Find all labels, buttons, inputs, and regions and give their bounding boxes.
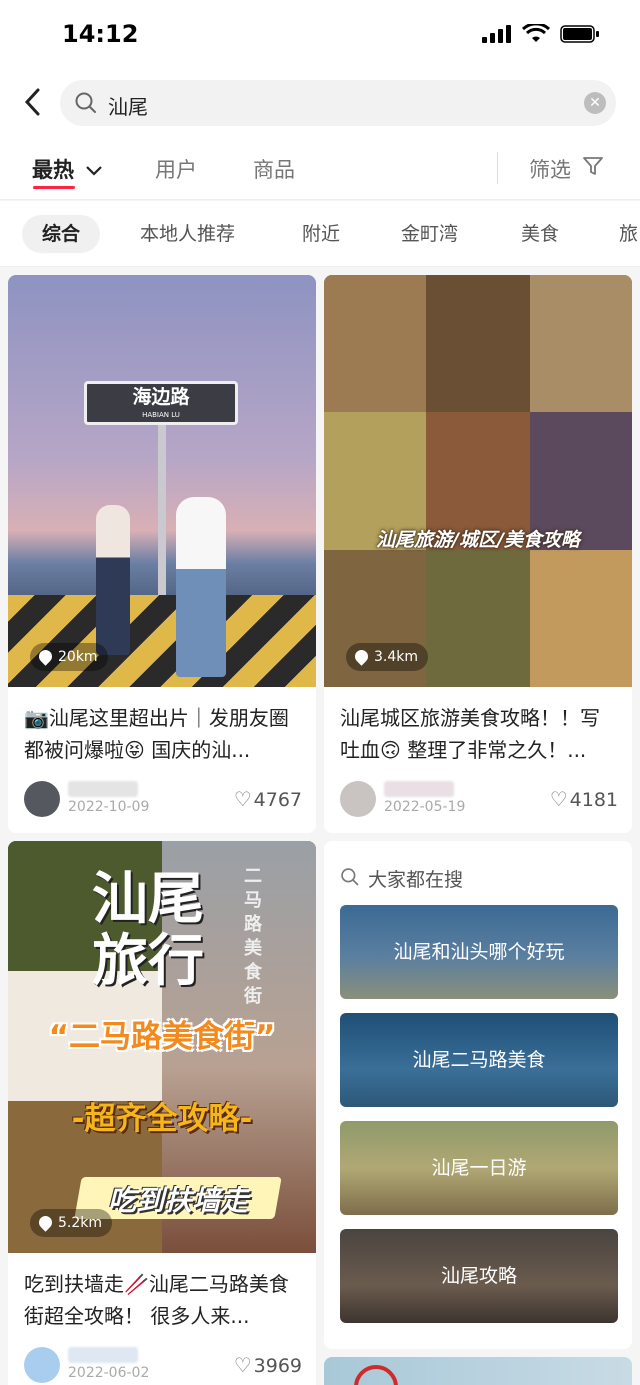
- wifi-icon: [522, 24, 550, 42]
- overlay-guide-text: -超齐全攻略-: [71, 1101, 253, 1137]
- avatar[interactable]: [340, 781, 376, 817]
- search-icon: [75, 92, 96, 113]
- person-figure: [96, 505, 130, 655]
- post-meta: 2022-10-09 ♡ 4767: [24, 781, 302, 821]
- food-photo: [324, 275, 426, 412]
- heart-icon: ♡: [233, 787, 252, 811]
- like-button[interactable]: ♡ 4767: [234, 787, 302, 811]
- post-title: 📷汕尾这里超出片｜发朋友圈都被问爆啦😝 国庆的汕...: [24, 706, 289, 762]
- search-input[interactable]: 汕尾 ✕: [60, 80, 616, 126]
- close-icon: ✕: [589, 95, 601, 111]
- post-meta: 2022-05-19 ♡ 4181: [340, 781, 618, 821]
- signal-icon: [482, 25, 511, 43]
- tab-divider: [497, 152, 498, 184]
- post-card[interactable]: 汕尾旅游/城区/美食攻略 3.4km 汕尾城区旅游美食攻略！！写吐血🙃 整理了非…: [324, 275, 632, 833]
- post-meta: 2022-06-02 ♡ 3969: [24, 1347, 302, 1385]
- tab-label: 最热: [32, 158, 74, 182]
- results-feed: 海边路 HABIAN LU 20km 📷汕尾这里超出片｜发朋友圈都被问爆啦😝 国…: [0, 268, 640, 1385]
- food-photo: [426, 550, 530, 687]
- chip-food[interactable]: 美食: [521, 215, 559, 253]
- distance-text: 20km: [58, 649, 98, 665]
- avatar[interactable]: [24, 781, 60, 817]
- avatar[interactable]: [24, 1347, 60, 1383]
- username-blurred: [68, 781, 138, 797]
- sort-tabs: 最热 用户 商品 筛选: [0, 134, 640, 200]
- username-blurred: [68, 1347, 138, 1363]
- like-count: 3969: [253, 1355, 302, 1377]
- tab-products[interactable]: 商品: [253, 154, 295, 184]
- chip-nearby[interactable]: 附近: [302, 215, 340, 253]
- chip-jintingwan[interactable]: 金町湾: [401, 215, 458, 253]
- chip-travel[interactable]: 旅: [619, 215, 638, 253]
- trending-item[interactable]: 汕尾和汕头哪个好玩: [340, 905, 618, 999]
- sign-circle: [354, 1365, 398, 1385]
- image-overlay-text: 汕尾旅游/城区/美食攻略: [376, 529, 580, 551]
- trending-item[interactable]: 汕尾一日游: [340, 1121, 618, 1215]
- striped-barrier: [8, 595, 316, 687]
- distance-text: 3.4km: [374, 649, 419, 665]
- street-sign-pinyin: HABIAN LU: [142, 411, 180, 419]
- like-count: 4767: [253, 789, 302, 811]
- post-image: 汕尾 旅行 二马路美食街 “二马路美食街” -超齐全攻略- 吃到扶墙走: [8, 841, 316, 1253]
- battery-icon: [560, 25, 599, 43]
- post-card[interactable]: 海边路 HABIAN LU 20km 📷汕尾这里超出片｜发朋友圈都被问爆啦😝 国…: [8, 275, 316, 833]
- post-title: 吃到扶墙走🥢汕尾二马路美食街超全攻略！ 很多人来...: [24, 1272, 289, 1328]
- heart-icon: ♡: [233, 1353, 252, 1377]
- post-card[interactable]: 汕尾 旅行 二马路美食街 “二马路美食街” -超齐全攻略- 吃到扶墙走 5.2k…: [8, 841, 316, 1385]
- trending-item[interactable]: 汕尾二马路美食: [340, 1013, 618, 1107]
- username-blurred: [384, 781, 454, 797]
- post-date: 2022-05-19: [384, 799, 466, 815]
- filter-button[interactable]: 筛选: [529, 154, 604, 184]
- post-date: 2022-10-09: [68, 799, 150, 815]
- status-bar: 14:12: [0, 0, 640, 72]
- search-header: 汕尾 ✕: [0, 72, 640, 134]
- street-sign-text: 海边路: [132, 386, 190, 408]
- overlay-vertical-sign: 二马路美食街: [244, 866, 262, 1007]
- chip-local-recommend[interactable]: 本地人推荐: [140, 215, 235, 253]
- distance-text: 5.2km: [58, 1215, 103, 1231]
- post-image: 海边路 HABIAN LU: [8, 275, 316, 687]
- category-chips: 综合 本地人推荐 附近 金町湾 美食 旅: [0, 201, 640, 267]
- status-icons: [482, 24, 600, 44]
- trending-item[interactable]: 汕尾攻略: [340, 1229, 618, 1323]
- food-photo: [530, 275, 632, 412]
- person-figure: [176, 497, 226, 677]
- chip-all[interactable]: 综合: [22, 215, 101, 253]
- food-photo: [426, 275, 530, 412]
- location-pin-icon: [352, 647, 371, 666]
- food-photo: [530, 550, 632, 687]
- tab-users[interactable]: 用户: [155, 154, 197, 184]
- location-pin-icon: [36, 647, 55, 666]
- heart-icon: ♡: [549, 787, 568, 811]
- distance-badge: 5.2km: [30, 1209, 113, 1237]
- overlay-quote-text: “二马路美食街”: [48, 1019, 276, 1055]
- post-card[interactable]: [324, 1357, 632, 1385]
- street-sign: 海边路 HABIAN LU: [84, 381, 238, 425]
- tab-hottest[interactable]: 最热: [32, 154, 103, 184]
- post-image: 汕尾旅游/城区/美食攻略: [324, 275, 632, 687]
- back-button[interactable]: [18, 84, 48, 120]
- search-query: 汕尾: [108, 95, 148, 119]
- distance-badge: 3.4km: [346, 643, 429, 671]
- like-count: 4181: [569, 789, 618, 811]
- distance-badge: 20km: [30, 643, 108, 671]
- post-date: 2022-06-02: [68, 1365, 150, 1381]
- trending-searches-card: 大家都在搜 汕尾和汕头哪个好玩 汕尾二马路美食 汕尾一日游 汕尾攻略: [324, 841, 632, 1349]
- trending-title: 大家都在搜: [368, 869, 464, 891]
- overlay-big-text: 汕尾: [92, 867, 204, 932]
- like-button[interactable]: ♡ 4181: [550, 787, 618, 811]
- location-pin-icon: [36, 1213, 55, 1232]
- funnel-icon: [582, 157, 603, 175]
- post-title: 汕尾城区旅游美食攻略！！写吐血🙃 整理了非常之久！...: [340, 706, 600, 762]
- overlay-big-text: 旅行: [92, 929, 204, 994]
- like-button[interactable]: ♡ 3969: [234, 1353, 302, 1377]
- chevron-down-icon: [86, 166, 103, 176]
- status-time: 14:12: [62, 20, 139, 48]
- clear-search-button[interactable]: ✕: [584, 92, 606, 114]
- search-icon: [341, 868, 359, 886]
- active-tab-indicator: [33, 186, 75, 189]
- filter-label: 筛选: [529, 158, 571, 182]
- chevron-left-icon: [24, 88, 40, 116]
